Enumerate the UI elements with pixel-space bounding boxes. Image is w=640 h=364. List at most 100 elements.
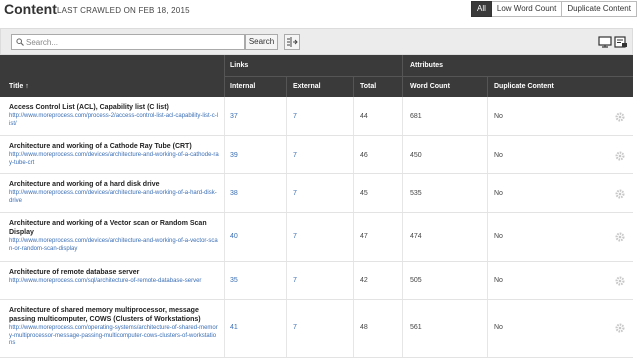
table-row[interactable]: Architecture and working of a Vector sca… [0,213,633,262]
cell-divider [224,97,225,135]
total-links-value: 46 [360,152,368,159]
duplicate-content-value: No [494,277,503,284]
search-input[interactable] [26,35,242,49]
cell-divider [487,262,488,299]
cell-divider [286,136,287,173]
external-links-value[interactable]: 7 [293,113,297,120]
row-title-text: Access Control List (ACL), Capability li… [9,104,169,111]
cell-divider [353,136,354,173]
cell-divider [286,97,287,135]
internal-column-header[interactable]: Internal [230,83,255,90]
header-divider [353,76,354,97]
total-column-header[interactable]: Total [360,83,376,90]
gear-icon[interactable] [615,232,625,242]
filter-low-word-count-button[interactable]: Low Word Count [491,1,563,17]
duplicate-content-value: No [494,113,503,120]
row-title: Architecture of remote database server ht… [9,268,219,286]
top-bar: Content LAST CRAWLED ON FEB 18, 2015 All… [0,0,640,22]
word-count-column-header[interactable]: Word Count [410,83,450,90]
internal-links-value[interactable]: 40 [230,233,238,240]
row-title-text: Architecture and working of a hard disk … [9,181,160,188]
row-title-text: Architecture of remote database server [9,269,140,276]
external-links-value[interactable]: 7 [293,277,297,284]
external-links-value[interactable]: 7 [293,190,297,197]
external-links-value[interactable]: 7 [293,152,297,159]
word-count-value: 474 [410,233,422,240]
total-links-value: 44 [360,113,368,120]
row-url-link[interactable]: http://www.moreprocess.com/devices/archi… [9,190,219,205]
cell-divider [353,97,354,135]
total-links-value: 42 [360,277,368,284]
gear-icon[interactable] [615,151,625,161]
filter-duplicate-content-button[interactable]: Duplicate Content [562,1,637,17]
cell-divider [224,136,225,173]
gear-icon[interactable] [615,323,625,333]
cell-divider [402,136,403,173]
cell-divider [487,300,488,357]
row-url-link[interactable]: http://www.moreprocess.com/operating-sys… [9,325,219,348]
header-divider [402,55,403,97]
internal-links-value[interactable]: 35 [230,277,238,284]
external-column-header[interactable]: External [293,83,321,90]
row-url-link[interactable]: http://www.moreprocess.com/process-2/acc… [9,113,219,128]
row-title-text: Architecture and working of a Vector sca… [9,220,207,236]
duplicate-content-value: No [494,152,503,159]
cell-divider [402,262,403,299]
search-icon [16,38,24,46]
row-title: Architecture and working of a hard disk … [9,180,219,205]
internal-links-value[interactable]: 37 [230,113,238,120]
table-row[interactable]: Architecture and working of a hard disk … [0,174,633,213]
title-column-header[interactable]: Title ↑ [9,83,29,90]
cell-divider [286,300,287,357]
cell-divider [224,300,225,357]
word-count-value: 561 [410,324,422,331]
table-row[interactable]: Architecture of remote database server ht… [0,262,633,300]
cell-divider [353,262,354,299]
external-links-value[interactable]: 7 [293,233,297,240]
search-button[interactable]: Search [245,34,278,50]
columns-icon [287,37,298,47]
row-url-link[interactable]: http://www.moreprocess.com/devices/archi… [9,238,219,253]
monitor-icon[interactable] [598,36,612,48]
cell-divider [402,174,403,212]
filter-group: All Low Word Count Duplicate Content [471,1,637,17]
row-url-link[interactable]: http://www.moreprocess.com/devices/archi… [9,152,219,167]
duplicate-content-column-header[interactable]: Duplicate Content [494,83,554,90]
duplicate-content-value: No [494,324,503,331]
row-url-link[interactable]: http://www.moreprocess.com/sql/architect… [9,278,219,286]
word-count-value: 681 [410,113,422,120]
duplicate-content-value: No [494,190,503,197]
cell-divider [487,174,488,212]
gear-icon[interactable] [615,189,625,199]
cell-divider [286,174,287,212]
attributes-group-header: Attributes [410,62,444,69]
table-row[interactable]: Architecture of shared memory multiproce… [0,300,633,358]
links-group-header: Links [230,62,249,69]
internal-links-value[interactable]: 41 [230,324,238,331]
cell-divider [402,213,403,261]
page-title: Content [4,1,57,17]
cell-divider [353,213,354,261]
export-icon[interactable] [614,36,628,48]
columns-button[interactable] [284,34,300,50]
table-row[interactable]: Access Control List (ACL), Capability li… [0,97,633,136]
cell-divider [402,97,403,135]
cell-divider [286,262,287,299]
gear-icon[interactable] [615,112,625,122]
external-links-value[interactable]: 7 [293,324,297,331]
header-divider [487,76,488,97]
filter-all-button[interactable]: All [471,1,492,17]
table-row[interactable]: Architecture and working of a Cathode Ra… [0,136,633,174]
duplicate-content-value: No [494,233,503,240]
cell-divider [402,300,403,357]
gear-icon[interactable] [615,276,625,286]
row-title-text: Architecture of shared memory multiproce… [9,307,201,323]
header-divider [286,76,287,97]
word-count-value: 450 [410,152,422,159]
internal-links-value[interactable]: 38 [230,190,238,197]
word-count-value: 535 [410,190,422,197]
cell-divider [224,262,225,299]
cell-divider [487,97,488,135]
internal-links-value[interactable]: 39 [230,152,238,159]
header-divider [224,55,225,97]
